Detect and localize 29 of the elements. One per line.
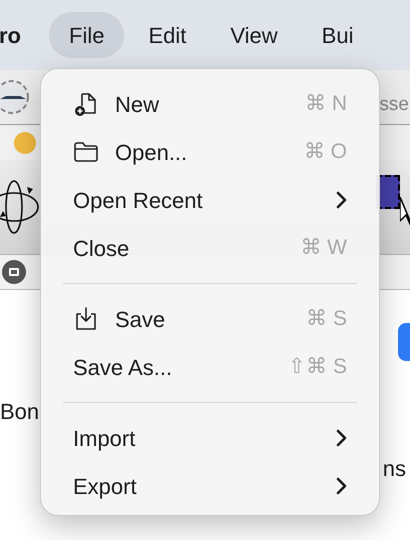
folder-icon: [73, 141, 99, 163]
app-name[interactable]: ro: [0, 12, 49, 58]
panel-label: ns: [382, 455, 406, 483]
bond-label: Bon: [0, 399, 40, 424]
menu-item[interactable]: Open... ⌘ O: [53, 128, 367, 176]
menu-bar-item[interactable]: Bui: [302, 12, 374, 58]
menu-bar-item[interactable]: View: [210, 12, 298, 58]
chevron-right-icon: [335, 477, 347, 495]
shortcut-label: ⌘ O: [304, 139, 347, 166]
menu-bar-item[interactable]: Edit: [128, 12, 206, 58]
shortcut-label: ⌘ W: [300, 235, 347, 262]
windows-icon[interactable]: [2, 260, 26, 284]
menu-item[interactable]: Save As... ⇧⌘ S: [53, 343, 367, 391]
chevron-right-icon: [335, 191, 347, 209]
toggle-control[interactable]: [398, 323, 410, 361]
menu-item[interactable]: New ⌘ N: [53, 80, 367, 128]
menu-item[interactable]: Save ⌘ S: [53, 295, 367, 343]
menu-item[interactable]: Export: [53, 462, 367, 510]
chevron-right-icon: [335, 429, 347, 447]
new-document-icon: [73, 91, 99, 117]
download-tray-icon: [73, 306, 99, 332]
shortcut-label: ⌘ N: [305, 91, 347, 118]
menu-bar-item[interactable]: File: [49, 12, 124, 58]
shortcut-label: ⌘ S: [306, 306, 347, 332]
menu-item[interactable]: Close ⌘ W: [53, 224, 367, 272]
shortcut-label: ⇧⌘ S: [288, 354, 347, 380]
menu-item[interactable]: Open Recent: [53, 176, 367, 224]
menu-item[interactable]: Import: [53, 414, 367, 462]
cursor-icon: [400, 197, 410, 227]
